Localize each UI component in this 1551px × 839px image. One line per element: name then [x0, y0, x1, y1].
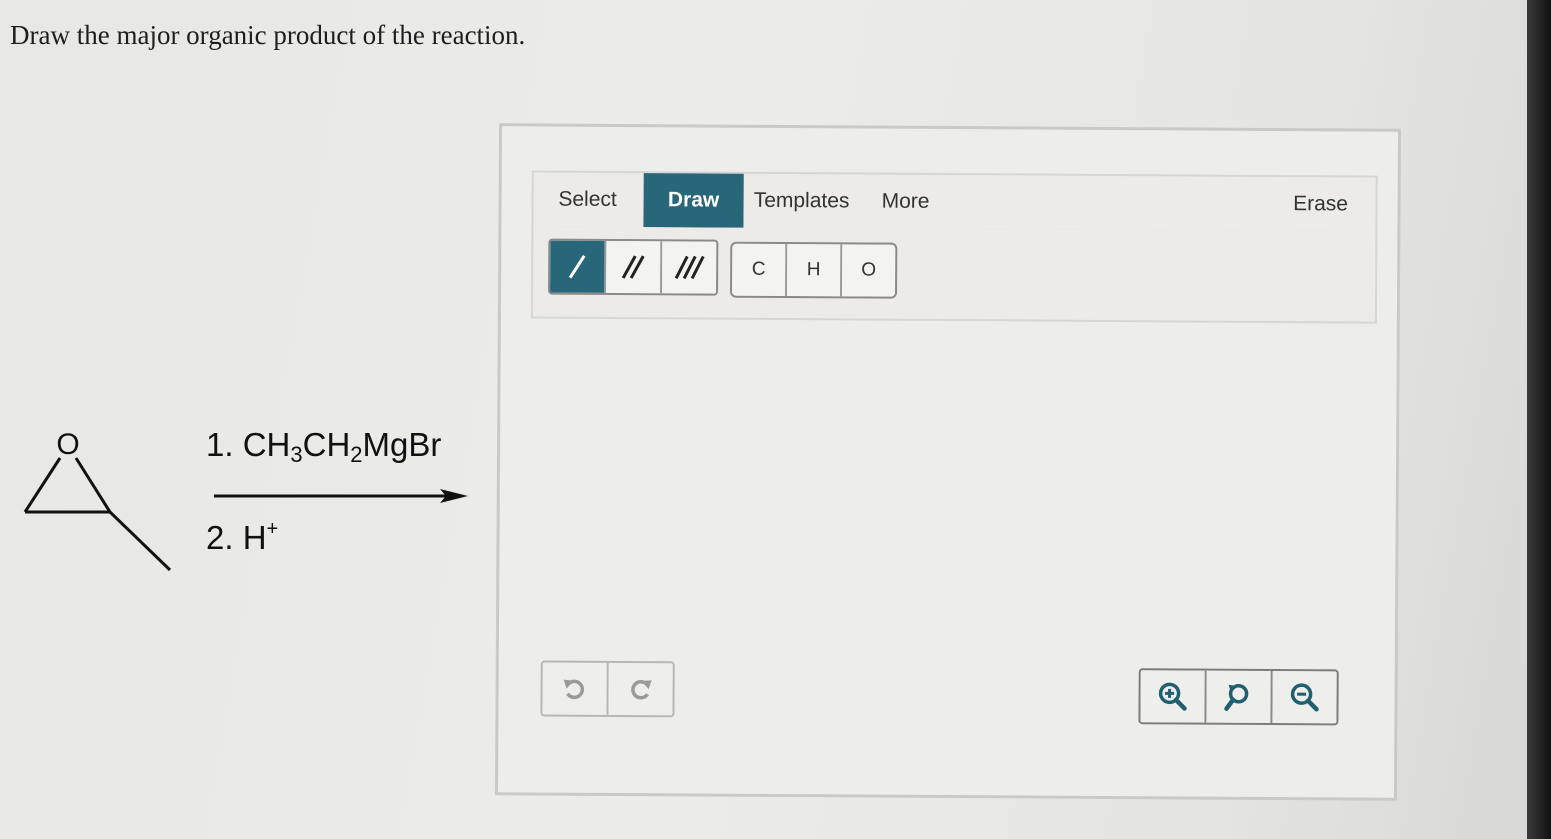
- redo-button[interactable]: [608, 662, 673, 716]
- tab-more[interactable]: More: [870, 175, 940, 229]
- reaction-scheme: O 1. CH3CH2MgBr 2. H+: [0, 400, 480, 600]
- reaction-arrow: [214, 489, 468, 503]
- atom-button-hydrogen[interactable]: H: [787, 244, 843, 297]
- tab-select[interactable]: Select: [547, 173, 627, 227]
- reagent1-subscript-1: 3: [290, 442, 303, 467]
- triple-bond-icon: [674, 255, 705, 280]
- double-bond-button[interactable]: [606, 240, 663, 294]
- oxygen-atom-label: O: [56, 428, 79, 461]
- reagent-step-1: 1. CH3CH2MgBr: [206, 426, 441, 468]
- reagent1-suffix: MgBr: [362, 426, 442, 463]
- reagent2-prefix: 2. H: [206, 519, 267, 556]
- zoom-tool-group: [1138, 668, 1339, 726]
- zoom-in-button[interactable]: [1140, 670, 1207, 723]
- reset-zoom-icon: [1224, 684, 1249, 711]
- reagent1-prefix: 1. CH: [206, 426, 291, 463]
- undo-icon: [563, 679, 585, 700]
- reagent2-superscript: +: [266, 518, 279, 540]
- zoom-in-icon: [1158, 682, 1187, 711]
- reagent1-subscript-2: 2: [350, 442, 363, 467]
- sketcher-toolbar: Select Draw Templates More Erase: [531, 170, 1378, 234]
- history-tool-group: [540, 660, 675, 718]
- double-bond-icon: [621, 255, 645, 279]
- epoxide-bond-left: [23, 457, 62, 513]
- erase-button[interactable]: Erase: [1285, 177, 1355, 231]
- zoom-out-button[interactable]: [1272, 670, 1337, 724]
- question-text: Draw the major organic product of the re…: [10, 20, 526, 50]
- structure-sketcher[interactable]: Select Draw Templates More Erase C H O: [494, 123, 1402, 801]
- atom-button-carbon[interactable]: C: [732, 243, 788, 297]
- reset-zoom-button[interactable]: [1206, 670, 1273, 723]
- monitor-bezel: [1527, 0, 1551, 839]
- tab-templates[interactable]: Templates: [748, 174, 854, 229]
- epoxide-structure: O: [23, 428, 172, 572]
- single-bond-button[interactable]: [550, 240, 607, 293]
- redo-icon: [631, 680, 652, 700]
- zoom-out-icon: [1290, 683, 1319, 712]
- epoxide-bond-right: [74, 457, 112, 513]
- undo-button[interactable]: [542, 662, 609, 715]
- triple-bond-button[interactable]: [662, 241, 717, 294]
- reagent1-mid: CH: [302, 426, 351, 463]
- reagent-step-2: 2. H+: [206, 518, 278, 557]
- methyl-bond: [108, 510, 172, 572]
- atom-button-oxygen[interactable]: O: [842, 244, 896, 297]
- bond-tool-group: [548, 238, 719, 296]
- draw-tools-bar: C H O: [530, 226, 1378, 324]
- atom-tool-group: C H O: [729, 241, 898, 299]
- tab-draw[interactable]: Draw: [643, 173, 744, 228]
- single-bond-icon: [568, 254, 586, 279]
